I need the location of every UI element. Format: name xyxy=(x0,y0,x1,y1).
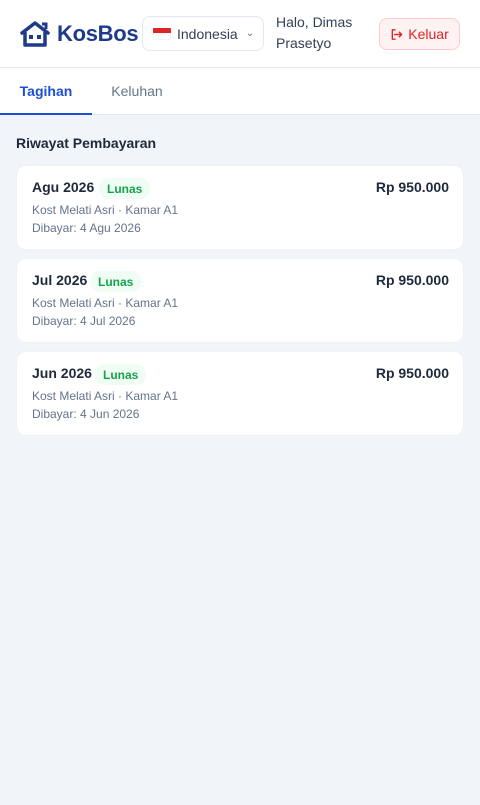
tab-tagihan[interactable]: Tagihan xyxy=(0,68,92,115)
status-badge: Lunas xyxy=(95,364,147,385)
house-logo-icon xyxy=(20,21,50,47)
payment-place: Kost Melati Asri · Kamar A1 xyxy=(32,389,179,403)
payment-amount: Rp 950.000 xyxy=(375,179,449,195)
section-title: Riwayat Pembayaran xyxy=(16,135,157,151)
app-header: KosBos Indonesia ⌄ Halo, Dimas Prasetyo … xyxy=(0,0,480,68)
payment-period: Agu 2026 xyxy=(32,179,95,195)
user-greeting: Halo, Dimas Prasetyo xyxy=(276,14,353,51)
chevron-down-icon: ⌄ xyxy=(245,28,255,39)
payment-place: Kost Melati Asri · Kamar A1 xyxy=(32,296,179,310)
logout-label: Keluar xyxy=(408,26,449,42)
payment-date: Dibayar: 4 Agu 2026 xyxy=(32,221,141,235)
payment-card[interactable]: Agu 2026 Lunas Rp 950.000 Kost Melati As… xyxy=(16,165,464,250)
logout-button[interactable]: Keluar xyxy=(379,18,460,50)
payment-period: Jun 2026 xyxy=(32,365,92,381)
payment-amount: Rp 950.000 xyxy=(375,365,449,381)
payment-date: Dibayar: 4 Jul 2026 xyxy=(32,314,136,328)
language-select[interactable]: Indonesia ⌄ xyxy=(142,16,264,51)
payment-amount: Rp 950.000 xyxy=(375,272,449,288)
tab-keluhan[interactable]: Keluhan xyxy=(92,68,182,114)
indonesia-flag-icon xyxy=(153,27,171,40)
status-badge: Lunas xyxy=(90,271,142,292)
logout-icon xyxy=(391,28,403,40)
brand-logo[interactable]: KosBos xyxy=(20,20,139,48)
payment-place: Kost Melati Asri · Kamar A1 xyxy=(32,203,179,217)
payment-card[interactable]: Jun 2026 Lunas Rp 950.000 Kost Melati As… xyxy=(16,351,464,436)
tab-keluhan-label: Keluhan xyxy=(111,83,163,99)
tab-tagihan-label: Tagihan xyxy=(19,82,73,99)
payment-date: Dibayar: 4 Jun 2026 xyxy=(32,407,140,421)
brand-name: KosBos xyxy=(57,21,139,46)
language-selected-label: Indonesia xyxy=(177,25,238,42)
payment-period: Jul 2026 xyxy=(32,272,88,288)
tab-bar: Tagihan Keluhan xyxy=(0,68,480,115)
status-badge: Lunas xyxy=(99,178,151,199)
payment-card[interactable]: Jul 2026 Lunas Rp 950.000 Kost Melati As… xyxy=(16,258,464,343)
